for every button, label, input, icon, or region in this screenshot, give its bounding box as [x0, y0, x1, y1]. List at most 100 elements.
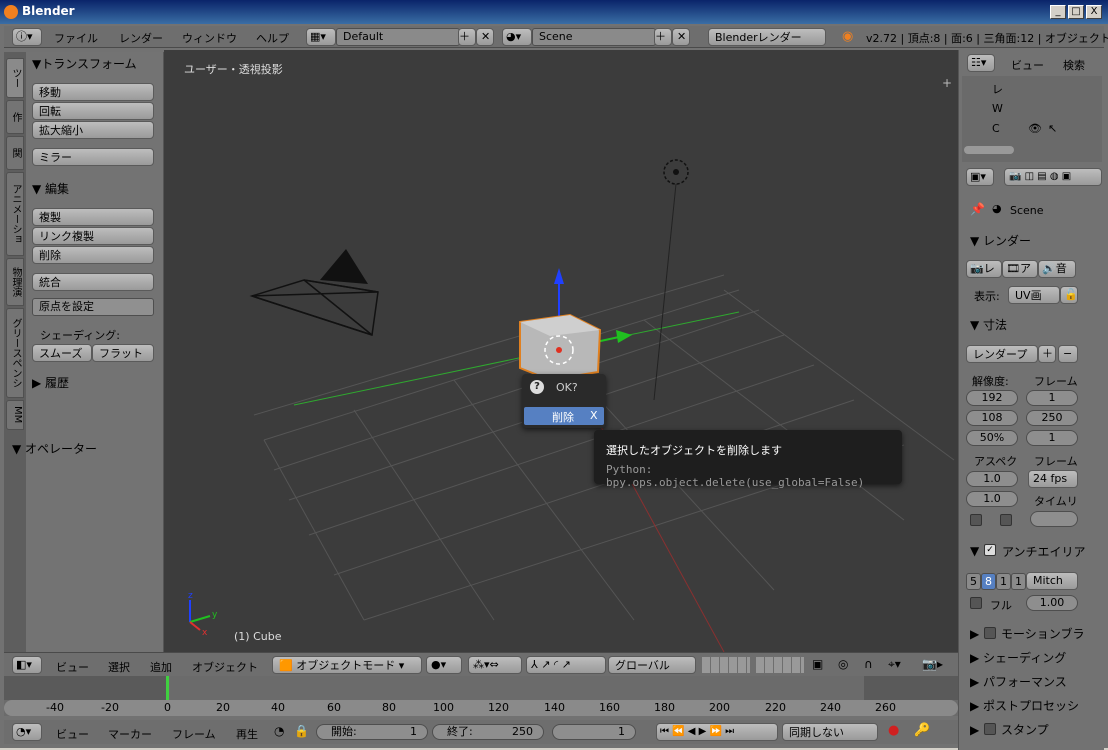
transform-panel-title[interactable]: ▼トランスフォーム [32, 55, 137, 72]
duplicate-button[interactable]: 複製 [32, 208, 154, 226]
stamp-checkbox[interactable] [984, 723, 996, 735]
fps-select[interactable]: 24 fps [1028, 470, 1078, 488]
menu-help[interactable]: ヘルプ [256, 30, 289, 46]
scene-field[interactable]: Scene [532, 28, 656, 46]
pin-icon[interactable]: 📌 [970, 202, 985, 216]
frame-start-field[interactable]: 1 [1026, 390, 1078, 406]
close-button[interactable]: X [1086, 5, 1102, 19]
properties-context-tabs[interactable]: 📷 ◫ ▤ ◍ ▣ [1004, 168, 1102, 186]
outliner-row-render[interactable]: レ [992, 81, 1003, 97]
menu-frame[interactable]: フレーム [172, 726, 216, 742]
keying-icon[interactable]: 🔑 [914, 723, 930, 738]
outliner-row-world[interactable]: W [992, 102, 1003, 115]
viewport-plus-icon[interactable]: + [942, 76, 952, 90]
aa-sample-11[interactable]: 1 [996, 573, 1011, 590]
menu-view[interactable]: ビュー [56, 659, 89, 675]
manipulator-icons[interactable]: ⅄ ↗ ◜ ↗ [526, 656, 606, 674]
aa-filter-select[interactable]: Mitch [1026, 572, 1078, 590]
set-origin-select[interactable]: 原点を設定 [32, 298, 154, 316]
stamp-panel-title[interactable]: ▶ スタンプ [970, 721, 1049, 738]
display-select[interactable]: UV画 [1008, 286, 1060, 304]
preset-add-icon[interactable]: ＋ [1038, 345, 1056, 363]
layout-field[interactable]: Default [336, 28, 460, 46]
join-button[interactable]: 統合 [32, 273, 154, 291]
current-frame-field[interactable]: 1 [552, 724, 636, 740]
proportional-edit-icon[interactable]: ◎ [838, 657, 848, 671]
scene-icon[interactable]: ◕▾ [502, 28, 532, 46]
motion-blur-panel-title[interactable]: ▶ モーションブラ [970, 625, 1084, 642]
aspect-y-field[interactable]: 1.0 [966, 491, 1018, 507]
tab-physics[interactable]: 物理演 [6, 258, 24, 306]
outliner-view-menu[interactable]: ビュー [1011, 57, 1044, 73]
aa-sample-5[interactable]: 5 [966, 573, 981, 590]
delete-button[interactable]: 削除 [32, 246, 154, 264]
magnet-icon[interactable]: ∩ [864, 657, 873, 671]
aa-sample-8[interactable]: 8 [981, 573, 996, 590]
3d-editor-icon[interactable]: ◧▾ [12, 656, 42, 674]
tab-create[interactable]: 作 [6, 100, 24, 134]
aa-sample-16[interactable]: 1 [1011, 573, 1026, 590]
outliner-search-menu[interactable]: 検索 [1063, 57, 1085, 73]
cursor-icon[interactable]: ↖ [1048, 122, 1057, 135]
current-frame-indicator[interactable] [166, 676, 169, 700]
orientation-select[interactable]: グローバル [608, 656, 696, 674]
lock-camera-icon[interactable]: ▣ [812, 657, 823, 671]
operator-panel-title[interactable]: ▼ オペレーター [12, 440, 97, 457]
lock-range-icon[interactable]: 🔒 [294, 724, 309, 738]
menu-select[interactable]: 選択 [108, 659, 130, 675]
3d-viewport[interactable]: z y x ユーザー・透視投影 (1) Cube + [164, 50, 958, 652]
preset-remove-icon[interactable]: − [1058, 345, 1078, 363]
layout-icon[interactable]: ▦▾ [306, 28, 336, 46]
menu-file[interactable]: ファイル [54, 30, 98, 46]
lock-icon[interactable]: 🔓 [1060, 286, 1078, 304]
menu-playback[interactable]: 再生 [236, 726, 258, 742]
tab-relations[interactable]: 関 [6, 136, 24, 170]
render-panel-title[interactable]: ▼ レンダー [970, 232, 1031, 249]
mirror-button[interactable]: ミラー [32, 148, 154, 166]
outliner-row-camera[interactable]: C [992, 122, 1000, 135]
resolution-x-field[interactable]: 192 [966, 390, 1018, 406]
playback-controls[interactable]: ⏮ ⏪ ◀ ▶ ⏩ ⏭ [656, 723, 778, 741]
time-remap-field[interactable] [1030, 511, 1078, 527]
minimize-button[interactable]: _ [1050, 5, 1066, 19]
render-image-button[interactable]: 📷レ [966, 260, 1002, 278]
timeline-editor-icon[interactable]: ◔▾ [12, 723, 42, 741]
duplicate-linked-button[interactable]: リンク複製 [32, 227, 154, 245]
scene-add-icon[interactable]: ＋ [654, 28, 672, 46]
full-sample-checkbox[interactable] [970, 597, 982, 609]
viewport-shading-icon[interactable]: ●▾ [426, 656, 462, 674]
start-frame-field[interactable]: 開始: 1 [316, 724, 428, 740]
menu-timeline-view[interactable]: ビュー [56, 726, 89, 742]
popup-delete-button[interactable]: 削除 X [524, 407, 604, 425]
eye-icon[interactable]: 👁 [1028, 122, 1042, 135]
shading-panel-title[interactable]: ▶ シェーディング [970, 649, 1066, 666]
history-panel-title[interactable]: ▶ 履歴 [32, 374, 69, 391]
smooth-button[interactable]: スムーズ [32, 344, 92, 362]
menu-add[interactable]: 追加 [150, 659, 172, 675]
tab-tools[interactable]: ツー [6, 58, 24, 98]
scale-button[interactable]: 拡大縮小 [32, 121, 154, 139]
menu-window[interactable]: ウィンドウ [182, 30, 237, 46]
timeline-ruler[interactable]: -40 -20 0 20 40 60 80 100 120 140 160 18… [4, 700, 958, 716]
tab-grease-pencil[interactable]: グリースペンシ [6, 308, 24, 398]
info-editor-icon[interactable]: ⓘ▾ [12, 28, 42, 46]
scene-remove-icon[interactable]: ✕ [672, 28, 690, 46]
flat-button[interactable]: フラット [92, 344, 154, 362]
rotate-button[interactable]: 回転 [32, 102, 154, 120]
resolution-percent-field[interactable]: 50% [966, 430, 1018, 446]
menu-marker[interactable]: マーカー [108, 726, 152, 742]
maximize-button[interactable]: □ [1068, 5, 1084, 19]
render-preset-select[interactable]: レンダープ [966, 345, 1038, 363]
performance-panel-title[interactable]: ▶ パフォーマンス [970, 673, 1067, 690]
border-checkbox[interactable] [970, 514, 982, 526]
menu-render[interactable]: レンダー [119, 30, 163, 46]
pivot-icon[interactable]: ⁂▾⇔ [468, 656, 522, 674]
tab-mm[interactable]: MM [6, 400, 24, 430]
snap-target-icon[interactable]: ⌖▾ [888, 657, 901, 672]
record-icon[interactable]: ● [888, 723, 899, 738]
dimensions-panel-title[interactable]: ▼ 寸法 [970, 316, 1007, 333]
tab-animation[interactable]: アニメーショ [6, 172, 24, 256]
mode-select[interactable]: 🟧 オブジェクトモード ▾ [272, 656, 422, 674]
aa-checkbox[interactable]: ✓ [984, 544, 996, 556]
layout-remove-icon[interactable]: ✕ [476, 28, 494, 46]
